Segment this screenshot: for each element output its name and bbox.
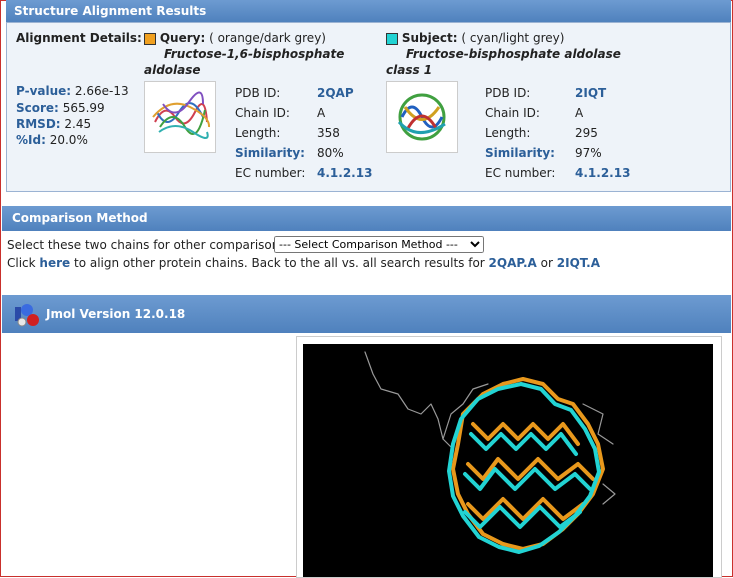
jmol-header: Jmol Version 12.0.18	[2, 295, 731, 333]
comparison-click-line: Click here to align other protein chains…	[7, 256, 600, 270]
subject-field-similarity: Similarity:	[485, 146, 555, 160]
query-similarity-value: 80%	[317, 146, 344, 160]
subject-length-value: 295	[575, 126, 598, 140]
query-title: Query:	[159, 31, 206, 45]
query-field-pdb: PDB ID:	[235, 86, 280, 100]
query-color-desc: ( orange/dark grey)	[209, 31, 326, 45]
subject-ec-link[interactable]: 4.1.2.13	[575, 166, 630, 180]
stat-percent-id: %Id: 20.0%	[16, 133, 88, 147]
stat-label: RMSD:	[16, 117, 61, 131]
or-text: or	[540, 256, 553, 270]
subject-title: Subject:	[401, 31, 458, 45]
subject-field-pdb: PDB ID:	[485, 86, 531, 100]
query-length-value: 358	[317, 126, 340, 140]
link-2iqt-a[interactable]: 2IQT.A	[557, 256, 600, 270]
stat-pvalue: P-value: 2.66e-13	[16, 84, 129, 98]
here-link[interactable]: here	[39, 256, 70, 270]
subject-similarity-value: 97%	[575, 146, 602, 160]
middle-text: to align other protein chains. Back to t…	[74, 256, 485, 270]
click-text: Click	[7, 256, 36, 270]
field-label: PDB ID:	[235, 86, 281, 100]
subject-color-swatch	[386, 32, 398, 45]
protein-thumbnail-icon	[152, 91, 211, 139]
subject-color-desc: ( cyan/light grey)	[461, 31, 565, 45]
results-header: Structure Alignment Results	[6, 0, 731, 22]
query-color-swatch	[144, 32, 156, 45]
query-field-similarity: Similarity:	[235, 146, 305, 160]
subject-pdb-link[interactable]: 2IQT	[575, 86, 606, 100]
comparison-header: Comparison Method	[2, 206, 731, 231]
stat-label: P-value:	[16, 84, 72, 98]
query-field-chain: Chain ID:	[235, 106, 290, 120]
query-pdb-link[interactable]: 2QAP	[317, 86, 354, 100]
subject-field-length: Length:	[485, 126, 531, 140]
jmol-viewer-canvas[interactable]	[303, 344, 713, 577]
results-header-title: Structure Alignment Results	[14, 4, 207, 18]
stat-rmsd: RMSD: 2.45	[16, 117, 91, 131]
query-chain-value: A	[317, 106, 326, 120]
subject-field-ec: EC number:	[485, 166, 556, 180]
comparison-select-prompt: Select these two chains for other compar…	[7, 238, 284, 252]
aligned-structure-render	[364, 351, 616, 554]
stat-label: Score:	[16, 101, 59, 115]
query-name-line2: aldolase	[144, 63, 201, 77]
subject-name-line2: class 1	[386, 63, 433, 77]
comparison-header-title: Comparison Method	[12, 211, 148, 225]
query-field-ec: EC number:	[235, 166, 306, 180]
query-name-line1: Fructose-1,6-bisphosphate	[164, 47, 345, 61]
query-structure-thumbnail[interactable]	[144, 81, 216, 153]
stat-value: 20.0%	[49, 133, 88, 147]
subject-name-line1: Fructose-bisphosphate aldolase	[406, 47, 621, 61]
stat-label: %Id:	[16, 133, 46, 147]
comparison-method-select[interactable]: --- Select Comparison Method ---	[274, 236, 484, 253]
subject-structure-thumbnail[interactable]	[386, 81, 458, 153]
alignment-details-label: Alignment Details:	[16, 31, 142, 45]
stat-value: 565.99	[62, 101, 105, 115]
protein-thumbnail-icon	[397, 93, 446, 141]
subject-chain-value: A	[575, 106, 584, 120]
query-ec-link[interactable]: 4.1.2.13	[317, 166, 372, 180]
jmol-header-title: Jmol Version 12.0.18	[46, 307, 186, 321]
link-2qap-a[interactable]: 2QAP.A	[489, 256, 537, 270]
query-title-row: Query: ( orange/dark grey)	[144, 31, 326, 45]
stat-value: 2.66e-13	[74, 84, 129, 98]
query-field-length: Length:	[235, 126, 281, 140]
jmol-logo-icon	[12, 302, 40, 328]
subject-field-chain: Chain ID:	[485, 106, 540, 120]
stat-value: 2.45	[64, 117, 92, 131]
subject-title-row: Subject: ( cyan/light grey)	[386, 31, 564, 45]
stat-score: Score: 565.99	[16, 101, 105, 115]
